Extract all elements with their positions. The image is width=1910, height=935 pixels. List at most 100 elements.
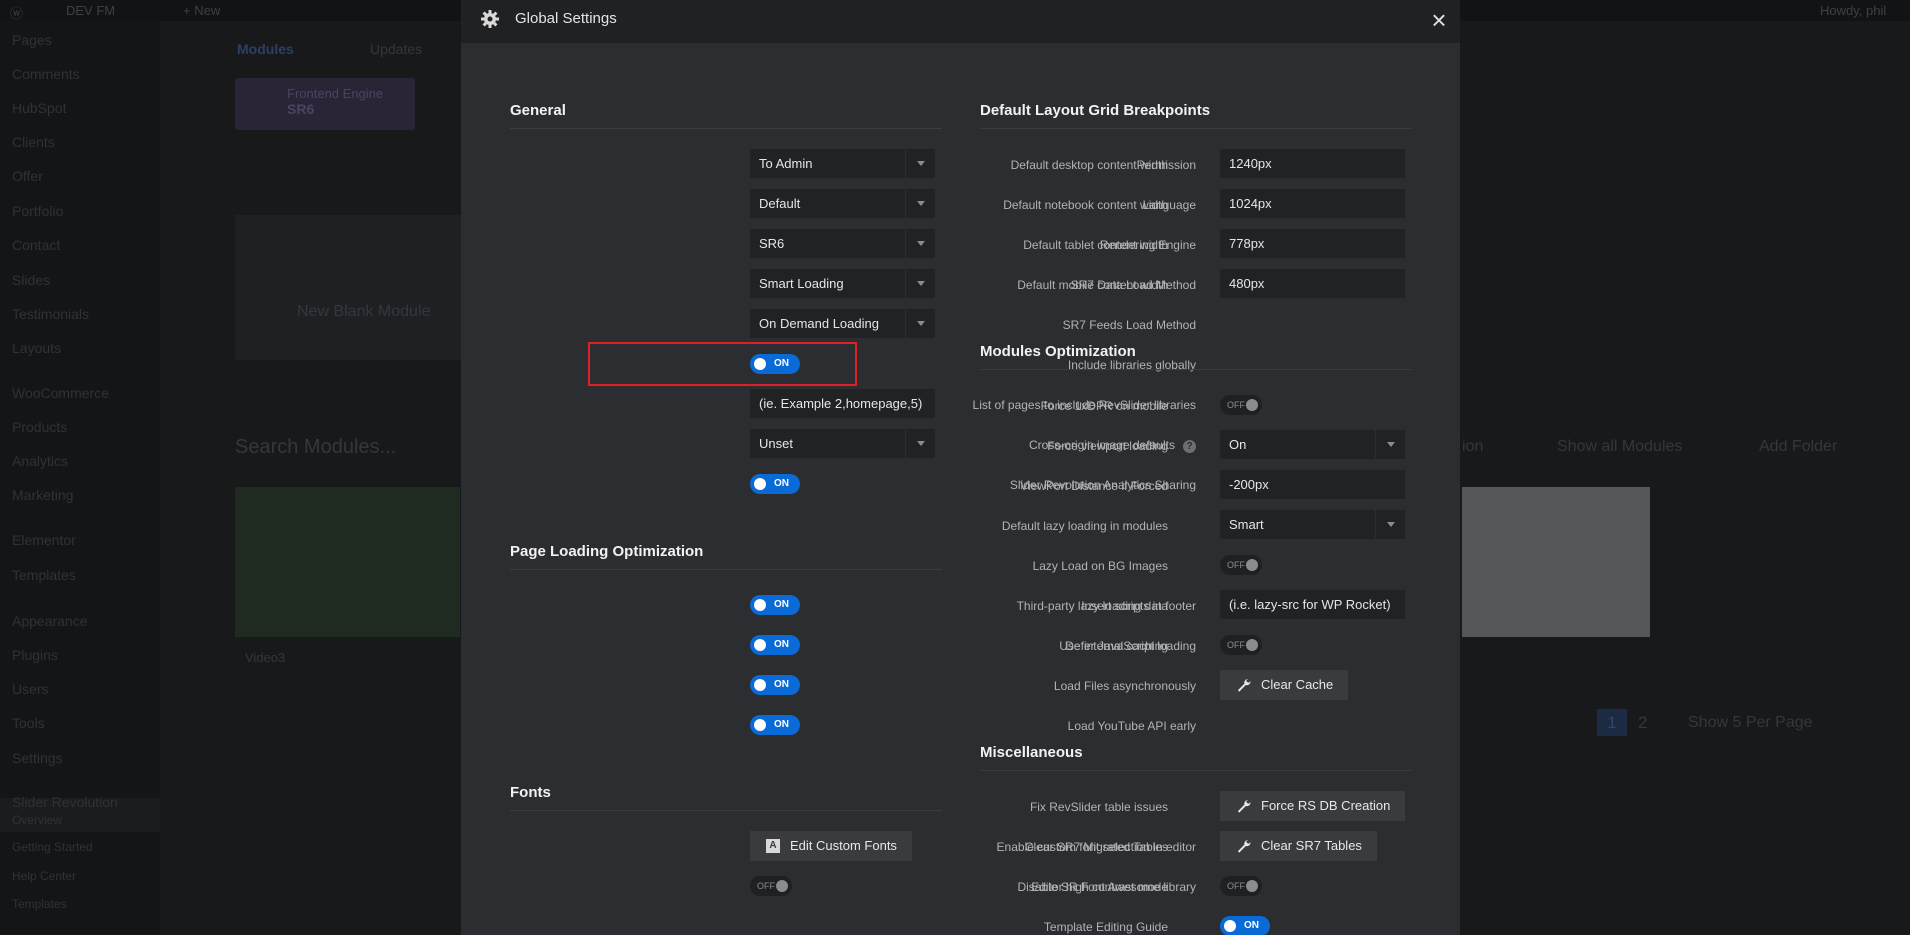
lazy-bg-label: Lazy Load on BG Images: [1032, 559, 1168, 573]
wp-menu-item[interactable]: Testimonials: [12, 306, 89, 322]
third-party-lazy-input[interactable]: (i.e. lazy-src for WP Rocket): [1220, 590, 1405, 619]
site-name[interactable]: DEV FM: [66, 3, 115, 18]
toggle-state: OFF: [1227, 400, 1245, 410]
mobile-width-input[interactable]: 480px: [1220, 269, 1405, 298]
force-viewport-select[interactable]: On: [1220, 430, 1405, 459]
wp-submenu-item[interactable]: Overview: [12, 813, 62, 827]
divider: [510, 810, 942, 811]
module-thumbnail[interactable]: [235, 487, 460, 637]
show-all-modules-dropdown[interactable]: Show all Modules: [1557, 438, 1682, 456]
frontend-engine-badge: Frontend Engine SR6: [235, 78, 415, 130]
chevron-down-icon: [905, 149, 935, 178]
tab-modules[interactable]: Modules: [237, 41, 294, 57]
help-icon[interactable]: ?: [1183, 440, 1196, 453]
wp-submenu-item[interactable]: Templates: [12, 897, 67, 911]
template-guide-toggle[interactable]: ON: [1220, 916, 1270, 935]
wp-menu-item[interactable]: WooCommerce: [12, 385, 109, 401]
divider: [980, 128, 1412, 129]
wp-menu-item[interactable]: Slider Revolution: [12, 794, 118, 810]
toggle-state: OFF: [1227, 640, 1245, 650]
page-1-button[interactable]: 1: [1597, 709, 1627, 736]
permission-select[interactable]: To Admin: [750, 149, 935, 178]
toggle-state: ON: [774, 719, 789, 730]
analytics-sharing-toggle[interactable]: ON: [750, 474, 800, 494]
toggle-knob: [1224, 920, 1236, 932]
wordpress-logo-icon[interactable]: ⓦ: [10, 3, 23, 22]
wp-menu-item[interactable]: Portfolio: [12, 203, 63, 219]
toggle-state: ON: [774, 478, 789, 489]
lazy-default-label: Default lazy loading in modules: [1001, 519, 1168, 533]
template-guide-label: Template Editing Guide: [1043, 920, 1168, 934]
wp-menu-item[interactable]: Settings: [12, 750, 63, 766]
filter-dropdown[interactable]: ion: [1462, 438, 1483, 456]
wp-menu-item[interactable]: Templates: [12, 567, 76, 583]
wp-menu-item[interactable]: Elementor: [12, 532, 76, 548]
internal-caching-label: Use internal caching: [1059, 639, 1168, 653]
wp-menu-item[interactable]: Users: [12, 681, 49, 697]
section-general: General: [510, 102, 566, 119]
wp-menu-item[interactable]: Products: [12, 419, 67, 435]
wp-menu-item[interactable]: Offer: [12, 168, 43, 184]
wp-menu-item[interactable]: Analytics: [12, 453, 68, 469]
load-async-toggle[interactable]: ON: [750, 675, 800, 695]
wrench-icon: [1237, 839, 1251, 853]
page-2-button[interactable]: 2: [1638, 713, 1647, 733]
edit-custom-fonts-button[interactable]: A Edit Custom Fonts: [750, 831, 912, 861]
wp-menu-item[interactable]: Contact: [12, 237, 60, 253]
wp-submenu-item[interactable]: Getting Started: [12, 840, 93, 854]
wp-menu-item[interactable]: Layouts: [12, 340, 61, 356]
toggle-state: ON: [774, 639, 789, 650]
per-page-dropdown[interactable]: Show 5 Per Page: [1688, 714, 1813, 732]
toggle-state: OFF: [1227, 560, 1245, 570]
list-pages-input[interactable]: (ie. Example 2,homepage,5): [750, 389, 935, 418]
howdy-user[interactable]: Howdy, phil: [1820, 3, 1886, 18]
desktop-width-input[interactable]: 1240px: [1220, 149, 1405, 178]
wp-menu-item[interactable]: Pages: [12, 32, 52, 48]
wp-menu-item[interactable]: Appearance: [12, 613, 88, 629]
sr7-data-load-value: Smart Loading: [759, 276, 844, 291]
toggle-knob: [754, 679, 766, 691]
wp-menu-item[interactable]: Marketing: [12, 487, 73, 503]
internal-caching-toggle[interactable]: OFF: [1220, 635, 1262, 655]
search-modules-input[interactable]: Search Modules...: [235, 436, 396, 459]
wp-menu-item[interactable]: Clients: [12, 134, 55, 150]
add-folder-button[interactable]: Add Folder: [1759, 438, 1837, 456]
viewport-distance-input[interactable]: -200px: [1220, 470, 1405, 499]
language-select[interactable]: Default: [750, 189, 935, 218]
defer-js-toggle[interactable]: ON: [750, 635, 800, 655]
lazy-default-select[interactable]: Smart: [1220, 510, 1405, 539]
clear-sr7-button[interactable]: Clear SR7 Tables: [1220, 831, 1377, 861]
high-contrast-toggle[interactable]: OFF: [1220, 876, 1262, 896]
youtube-early-toggle[interactable]: ON: [750, 715, 800, 735]
high-contrast-label: Editor high contrast mode: [1031, 880, 1168, 894]
wp-menu-item[interactable]: HubSpot: [12, 100, 66, 116]
force-rs-db-button[interactable]: Force RS DB Creation: [1220, 791, 1406, 821]
toggle-knob: [754, 719, 766, 731]
tab-updates[interactable]: Updates: [370, 41, 422, 57]
notebook-width-input[interactable]: 1024px: [1220, 189, 1405, 218]
lazy-bg-toggle[interactable]: OFF: [1220, 555, 1262, 575]
gear-icon: [481, 10, 499, 28]
wp-submenu-item[interactable]: Help Center: [12, 869, 76, 883]
toggle-knob: [1246, 639, 1258, 651]
clear-cache-button[interactable]: Clear Cache: [1220, 670, 1349, 700]
cross-origin-select[interactable]: Unset: [750, 429, 935, 458]
wp-menu-item[interactable]: Plugins: [12, 647, 58, 663]
tablet-width-input[interactable]: 778px: [1220, 229, 1405, 258]
rendering-engine-select[interactable]: SR6: [750, 229, 935, 258]
new-link[interactable]: + New: [183, 3, 220, 18]
sr7-data-load-select[interactable]: Smart Loading: [750, 269, 935, 298]
close-icon[interactable]: ×: [1425, 6, 1453, 34]
disable-fa-toggle[interactable]: OFF: [750, 876, 792, 896]
wp-menu-item[interactable]: Comments: [12, 66, 80, 82]
wp-menu-item[interactable]: Slides: [12, 272, 50, 288]
wp-menu-item[interactable]: Tools: [12, 715, 45, 731]
module-thumbnail-2[interactable]: [1462, 487, 1650, 637]
force-dpr-toggle[interactable]: OFF: [1220, 395, 1262, 415]
wrench-icon: [1237, 678, 1251, 692]
insert-footer-toggle[interactable]: ON: [750, 595, 800, 615]
force-viewport-value: On: [1229, 437, 1247, 452]
clear-sr7-label: Clear SR7 Migrated Tables: [1024, 840, 1168, 854]
sr7-feeds-load-select[interactable]: On Demand Loading: [750, 309, 935, 338]
new-blank-module-card[interactable]: New Blank Module: [235, 215, 465, 360]
